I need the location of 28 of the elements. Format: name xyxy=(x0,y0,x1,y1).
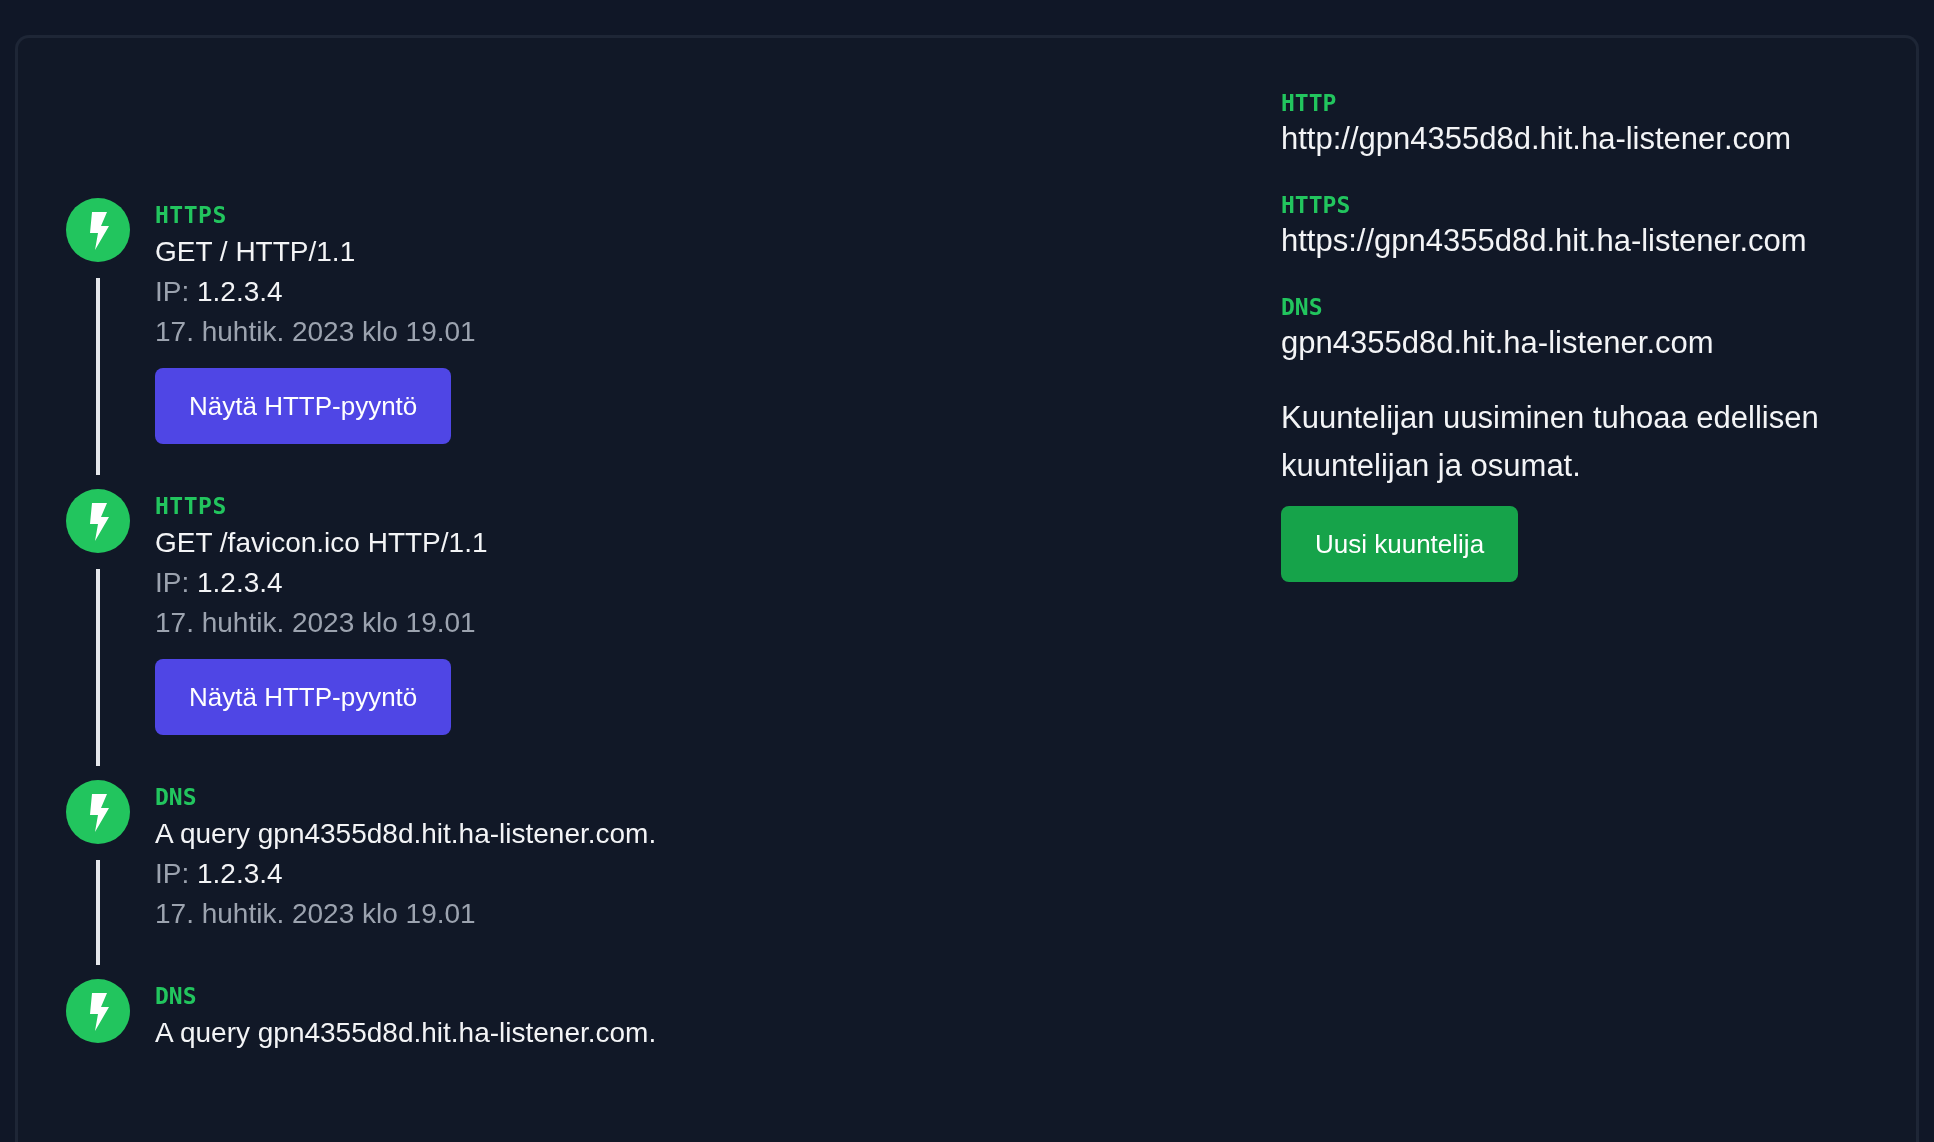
timestamp: 17. huhtik. 2023 klo 19.01 xyxy=(155,606,476,640)
lightning-icon xyxy=(66,489,130,553)
endpoint-url: https://gpn4355d8d.hit.ha-listener.com xyxy=(1281,222,1808,260)
show-request-button[interactable]: Näytä HTTP-pyyntö xyxy=(155,368,452,444)
request-text: A query gpn4355d8d.hit.ha-listener.com. xyxy=(155,1016,657,1050)
endpoint-label: HTTP xyxy=(1281,89,1338,118)
hit-type: HTTPS xyxy=(155,492,227,521)
ip-text: IP: 1.2.3.4 xyxy=(155,566,283,600)
new-listener-button[interactable]: Uusi kuuntelija xyxy=(1281,506,1519,582)
request-text: GET / HTTP/1.1 xyxy=(155,235,356,269)
ip-text: IP: 1.2.3.4 xyxy=(155,857,283,891)
hit-type: HTTPS xyxy=(155,201,227,230)
lightning-icon xyxy=(66,780,130,844)
timestamp: 17. huhtik. 2023 klo 19.01 xyxy=(155,897,476,931)
lightning-icon xyxy=(66,198,130,262)
lightning-icon xyxy=(66,979,130,1043)
request-text: A query gpn4355d8d.hit.ha-listener.com. xyxy=(155,817,657,851)
endpoint-url: http://gpn4355d8d.hit.ha-listener.com xyxy=(1281,120,1793,158)
request-text: GET /favicon.ico HTTP/1.1 xyxy=(155,526,488,560)
ip-text: IP: 1.2.3.4 xyxy=(155,275,283,309)
endpoint-url: gpn4355d8d.hit.ha-listener.com xyxy=(1281,324,1715,362)
endpoint-label: HTTPS xyxy=(1281,191,1352,220)
notice-text: Kuuntelijan uusiminen tuhoaa edellisen kuuntelijan ja osumat. xyxy=(1281,399,1820,485)
show-request-button[interactable]: Näytä HTTP-pyyntö xyxy=(155,659,452,735)
hit-type: DNS xyxy=(155,783,197,812)
hit-type: DNS xyxy=(155,982,197,1011)
endpoint-label: DNS xyxy=(1281,293,1324,322)
timestamp: 17. huhtik. 2023 klo 19.01 xyxy=(155,315,476,349)
